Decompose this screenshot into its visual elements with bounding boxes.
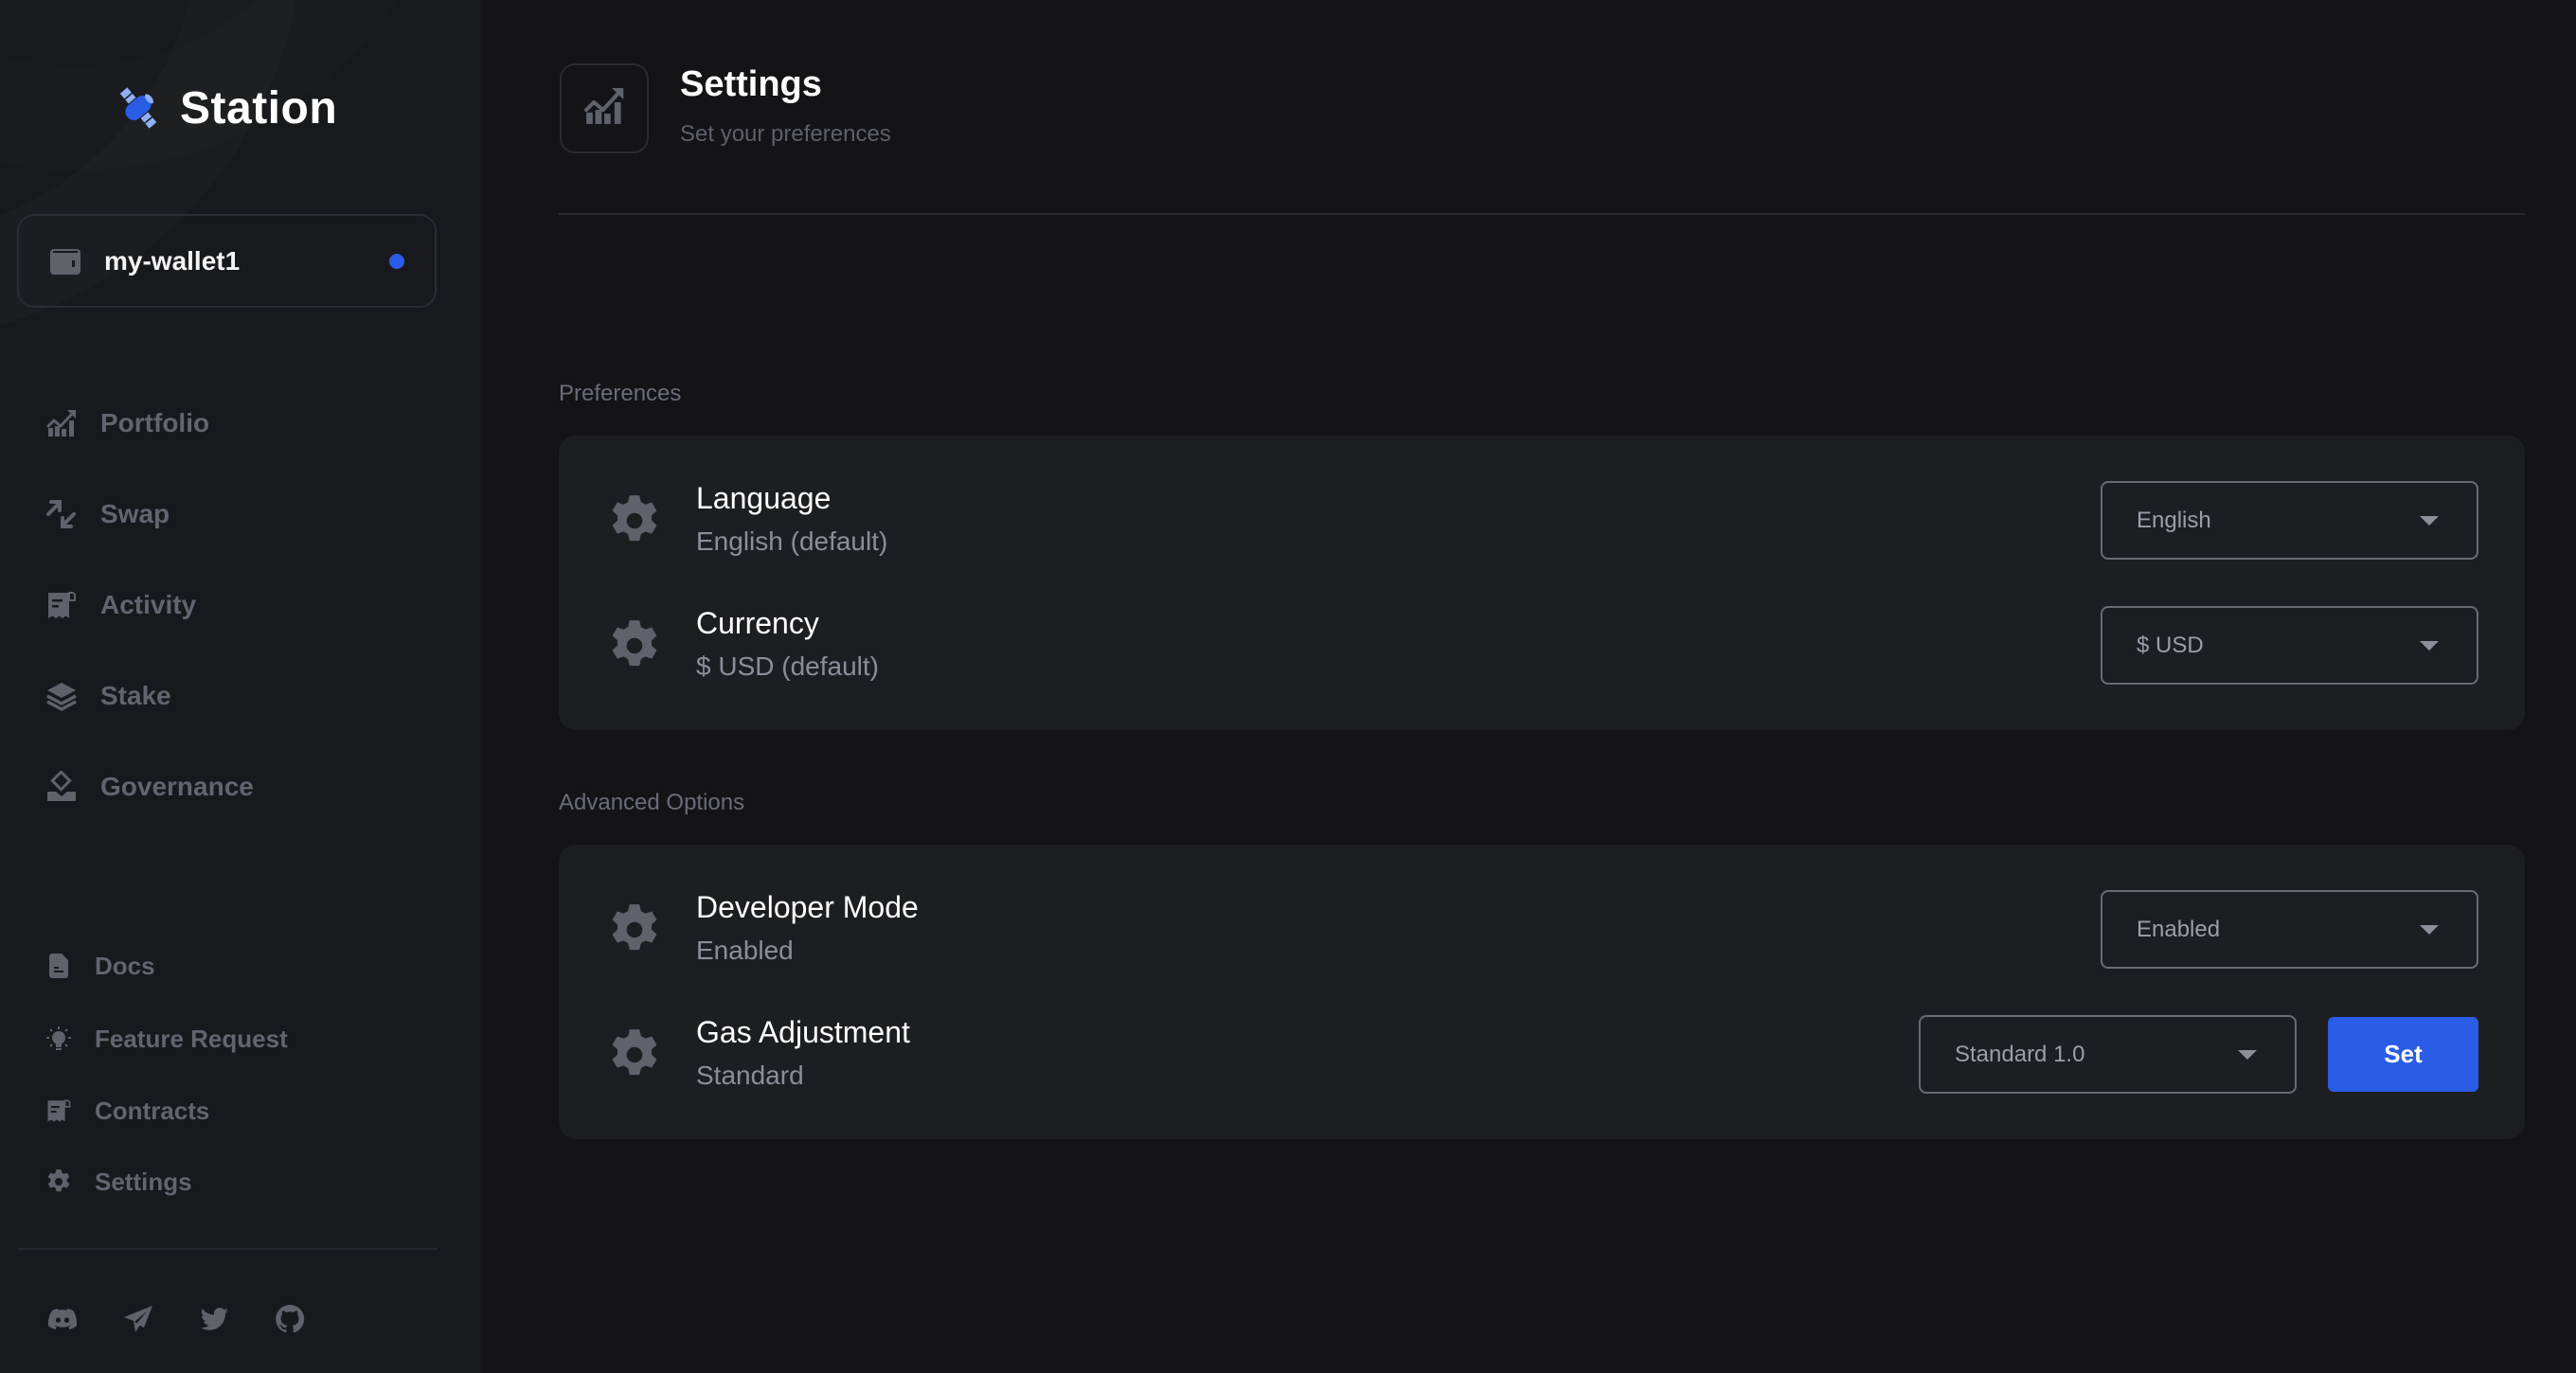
section-label-advanced-options: Advanced Options: [559, 790, 745, 815]
receipt-icon: [45, 589, 78, 621]
sidebar: Station my-wallet1 Portfolio Swap Activi…: [0, 0, 483, 1373]
nav-label: Swap: [100, 499, 170, 528]
gear-icon: [45, 1168, 72, 1195]
developer-mode-select[interactable]: Enabled: [2101, 890, 2478, 969]
satellite-logo-icon: [114, 83, 163, 133]
github-icon[interactable]: [274, 1303, 306, 1335]
wallet-icon: [49, 247, 81, 276]
nav-label: Contracts: [95, 1096, 210, 1125]
twitter-icon[interactable]: [198, 1303, 230, 1335]
preferences-card: Language English (default) English Curre…: [559, 436, 2525, 730]
setting-title: Gas Adjustment: [696, 1015, 910, 1049]
nav-item-feature-request[interactable]: Feature Request: [45, 1016, 288, 1061]
wallet-status-dot: [389, 253, 404, 269]
gear-icon: [607, 493, 662, 548]
app-logo[interactable]: Station: [114, 80, 337, 136]
gear-icon: [607, 1027, 662, 1082]
nav-label: Docs: [95, 951, 155, 980]
setting-title: Developer Mode: [696, 890, 919, 924]
select-value: Standard 1.0: [1955, 1041, 2085, 1067]
swap-arrows-icon: [45, 498, 78, 530]
select-value: Enabled: [2137, 916, 2221, 942]
lightbulb-icon: [45, 1025, 72, 1052]
ballot-icon: [45, 771, 78, 803]
caret-down-icon: [2238, 1049, 2257, 1060]
telegram-icon[interactable]: [122, 1303, 154, 1335]
setting-row-language: Language English (default) English: [559, 464, 2525, 578]
caret-down-icon: [2420, 924, 2439, 935]
nav-item-docs[interactable]: Docs: [45, 943, 155, 989]
select-value: $ USD: [2137, 632, 2204, 658]
currency-select[interactable]: $ USD: [2101, 606, 2478, 685]
set-gas-adjustment-button[interactable]: Set: [2328, 1017, 2478, 1092]
receipt-icon: [45, 1097, 72, 1124]
gear-icon: [607, 618, 662, 673]
wallet-selector[interactable]: my-wallet1: [17, 214, 437, 308]
select-value: English: [2137, 507, 2211, 533]
document-icon: [45, 953, 72, 979]
page-title: Settings: [680, 64, 822, 104]
wallet-name: my-wallet1: [104, 245, 241, 276]
header-divider: [559, 213, 2525, 215]
discord-icon[interactable]: [46, 1303, 79, 1335]
advanced-options-card: Developer Mode Enabled Enabled Gas Adjus…: [559, 845, 2525, 1139]
gear-icon: [607, 902, 662, 957]
caret-down-icon: [2420, 640, 2439, 651]
setting-value: Enabled: [696, 936, 794, 965]
page-subtitle: Set your preferences: [680, 121, 891, 147]
sidebar-divider: [17, 1248, 438, 1250]
setting-value: English (default): [696, 526, 888, 556]
nav-label: Portfolio: [100, 408, 210, 437]
nav-label: Governance: [100, 772, 254, 801]
nav-item-activity[interactable]: Activity: [45, 582, 196, 628]
setting-title: Language: [696, 481, 832, 515]
setting-row-currency: Currency $ USD (default) $ USD: [559, 589, 2525, 703]
nav-item-portfolio[interactable]: Portfolio: [45, 401, 209, 446]
layers-icon: [45, 680, 78, 712]
nav-item-contracts[interactable]: Contracts: [45, 1088, 209, 1133]
setting-title: Currency: [696, 606, 819, 640]
nav-item-swap[interactable]: Swap: [45, 491, 170, 537]
gas-adjustment-select[interactable]: Standard 1.0: [1919, 1015, 2297, 1094]
nav-item-stake[interactable]: Stake: [45, 673, 171, 719]
page-icon-box: [560, 63, 649, 153]
caret-down-icon: [2420, 515, 2439, 526]
section-label-preferences: Preferences: [559, 381, 682, 406]
nav-label: Settings: [95, 1167, 192, 1196]
nav-label: Stake: [100, 681, 171, 710]
nav-label: Feature Request: [95, 1024, 288, 1053]
nav-item-governance[interactable]: Governance: [45, 764, 254, 810]
app-name: Station: [180, 82, 338, 134]
nav-label: Activity: [100, 590, 197, 619]
nav-item-settings[interactable]: Settings: [45, 1159, 192, 1204]
setting-value: $ USD (default): [696, 651, 879, 681]
setting-value: Standard: [696, 1061, 804, 1090]
setting-row-developer-mode: Developer Mode Enabled Enabled: [559, 873, 2525, 987]
setting-row-gas-adjustment: Gas Adjustment Standard Standard 1.0 Set: [559, 998, 2525, 1112]
language-select[interactable]: English: [2101, 481, 2478, 560]
chart-up-icon: [582, 84, 626, 133]
chart-up-icon: [45, 407, 78, 439]
